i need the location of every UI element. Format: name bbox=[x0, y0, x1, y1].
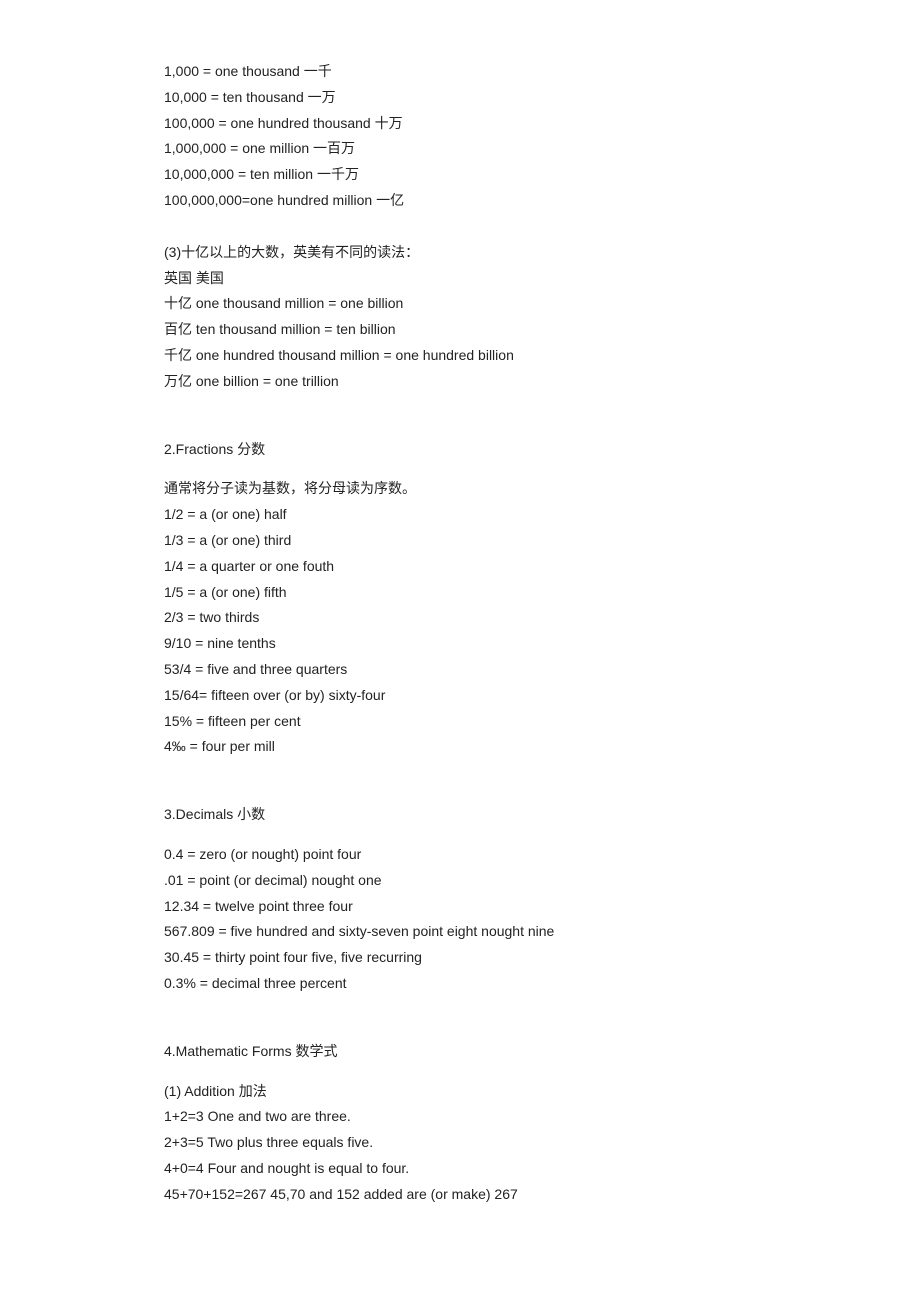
fractions-line-7: 15/64= fifteen over (or by) sixty-four bbox=[164, 684, 756, 708]
decimals-line-3: 567.809 = five hundred and sixty-seven p… bbox=[164, 920, 756, 944]
fractions-intro: 通常将分子读为基数，将分母读为序数。 bbox=[164, 477, 756, 501]
line-1000: 1,000 = one thousand 一千 bbox=[164, 60, 756, 84]
fractions-line-6: 53/4 = five and three quarters bbox=[164, 658, 756, 682]
uk-us-header: 英国 美国 bbox=[164, 267, 756, 291]
uk-us-intro: (3)十亿以上的大数，英美有不同的读法： bbox=[164, 241, 756, 265]
fractions-line-1: 1/3 = a (or one) third bbox=[164, 529, 756, 553]
line-10000: 10,000 = ten thousand 一万 bbox=[164, 86, 756, 110]
mathematic-forms-title: 4.Mathematic Forms 数学式 bbox=[164, 1040, 756, 1064]
addition-line-1: 2+3=5 Two plus three equals five. bbox=[164, 1131, 756, 1155]
fractions-line-0: 1/2 = a (or one) half bbox=[164, 503, 756, 527]
uk-us-line-2: 百亿 ten thousand million = ten billion bbox=[164, 318, 756, 342]
fractions-line-8: 15% = fifteen per cent bbox=[164, 710, 756, 734]
addition-subtitle: (1) Addition 加法 bbox=[164, 1080, 756, 1104]
uk-us-section: (3)十亿以上的大数，英美有不同的读法： 英国 美国 十亿 one thousa… bbox=[164, 241, 756, 394]
fractions-section: 2.Fractions 分数 通常将分子读为基数，将分母读为序数。 1/2 = … bbox=[164, 438, 756, 760]
decimals-section: 3.Decimals 小数 0.4 = zero (or nought) poi… bbox=[164, 803, 756, 996]
line-100000000: 100,000,000=one hundred million 一亿 bbox=[164, 189, 756, 213]
decimals-line-1: .01 = point (or decimal) nought one bbox=[164, 869, 756, 893]
decimals-line-5: 0.3% = decimal three percent bbox=[164, 972, 756, 996]
decimals-line-0: 0.4 = zero (or nought) point four bbox=[164, 843, 756, 867]
addition-line-0: 1+2=3 One and two are three. bbox=[164, 1105, 756, 1129]
addition-line-2: 4+0=4 Four and nought is equal to four. bbox=[164, 1157, 756, 1181]
uk-us-line-4: 万亿 one billion = one trillion bbox=[164, 370, 756, 394]
line-100000: 100,000 = one hundred thousand 十万 bbox=[164, 112, 756, 136]
uk-us-line-1: 十亿 one thousand million = one billion bbox=[164, 292, 756, 316]
decimals-line-2: 12.34 = twelve point three four bbox=[164, 895, 756, 919]
line-1000000: 1,000,000 = one million 一百万 bbox=[164, 137, 756, 161]
line-10000000: 10,000,000 = ten million 一千万 bbox=[164, 163, 756, 187]
addition-line-3: 45+70+152=267 45,70 and 152 added are (o… bbox=[164, 1183, 756, 1207]
fractions-line-3: 1/5 = a (or one) fifth bbox=[164, 581, 756, 605]
uk-us-line-3: 千亿 one hundred thousand million = one hu… bbox=[164, 344, 756, 368]
large-numbers-section: 1,000 = one thousand 一千 10,000 = ten tho… bbox=[164, 60, 756, 213]
fractions-line-5: 9/10 = nine tenths bbox=[164, 632, 756, 656]
fractions-line-4: 2/3 = two thirds bbox=[164, 606, 756, 630]
fractions-line-2: 1/4 = a quarter or one fouth bbox=[164, 555, 756, 579]
mathematic-forms-section: 4.Mathematic Forms 数学式 (1) Addition 加法 1… bbox=[164, 1040, 756, 1207]
fractions-line-9: 4‰ = four per mill bbox=[164, 735, 756, 759]
decimals-title: 3.Decimals 小数 bbox=[164, 803, 756, 827]
fractions-title: 2.Fractions 分数 bbox=[164, 438, 756, 462]
decimals-line-4: 30.45 = thirty point four five, five rec… bbox=[164, 946, 756, 970]
page-content: 1,000 = one thousand 一千 10,000 = ten tho… bbox=[164, 60, 756, 1206]
